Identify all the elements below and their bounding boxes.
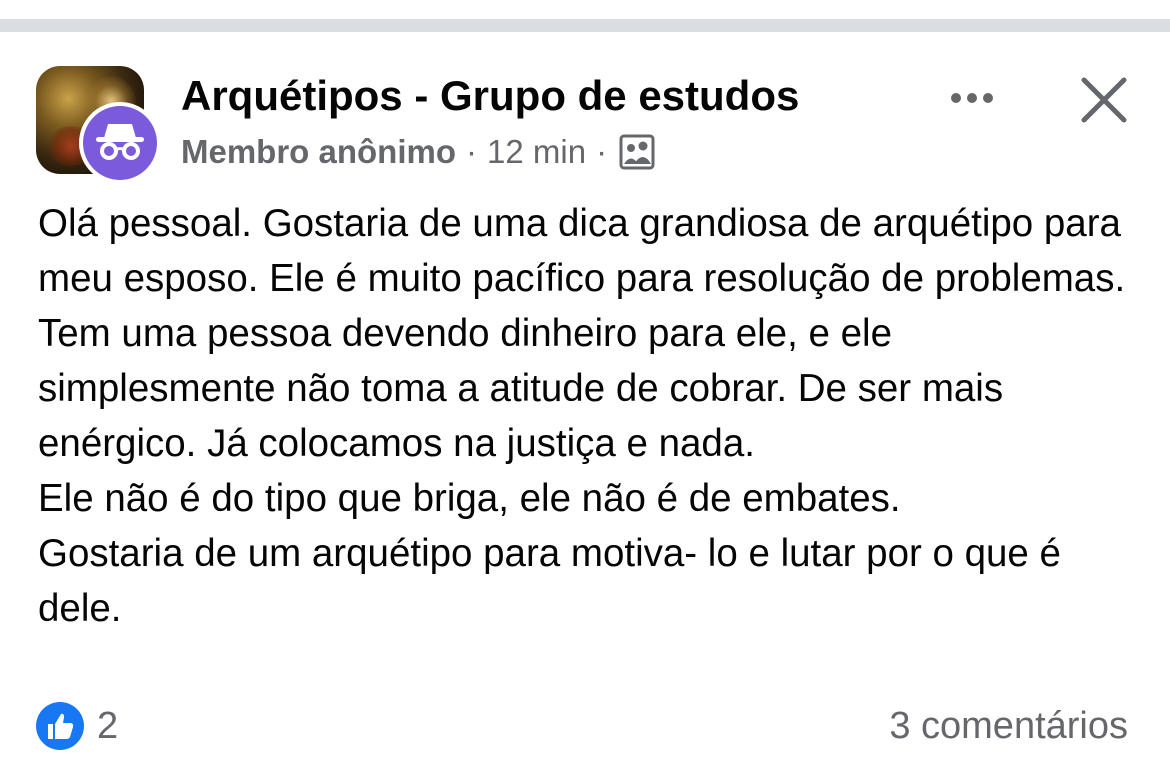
comments-count-link[interactable]: 3 comentários bbox=[889, 700, 1128, 752]
group-audience-icon bbox=[619, 134, 655, 170]
post-time[interactable]: 12 min bbox=[487, 130, 586, 174]
anonymous-member-avatar[interactable] bbox=[79, 102, 161, 184]
post-footer: 2 3 comentários bbox=[36, 698, 1136, 750]
post-meta: Membro anônimo · 12 min · bbox=[181, 130, 655, 174]
more-options-icon[interactable] bbox=[936, 78, 1008, 118]
meta-separator: · bbox=[596, 133, 608, 170]
meta-separator: · bbox=[466, 133, 478, 170]
feed-divider bbox=[0, 19, 1170, 32]
post-card: Arquétipos - Grupo de estudos Membro anô… bbox=[0, 32, 1170, 782]
incognito-icon bbox=[96, 124, 144, 160]
author-name[interactable]: Membro anônimo bbox=[181, 130, 456, 174]
group-name-link[interactable]: Arquétipos - Grupo de estudos bbox=[181, 70, 799, 122]
reaction-count[interactable]: 2 bbox=[97, 700, 118, 752]
post-body-text: Olá pessoal. Gostaria de uma dica grandi… bbox=[38, 202, 1126, 630]
like-reaction-icon[interactable] bbox=[36, 702, 84, 750]
close-icon[interactable] bbox=[1072, 68, 1136, 132]
